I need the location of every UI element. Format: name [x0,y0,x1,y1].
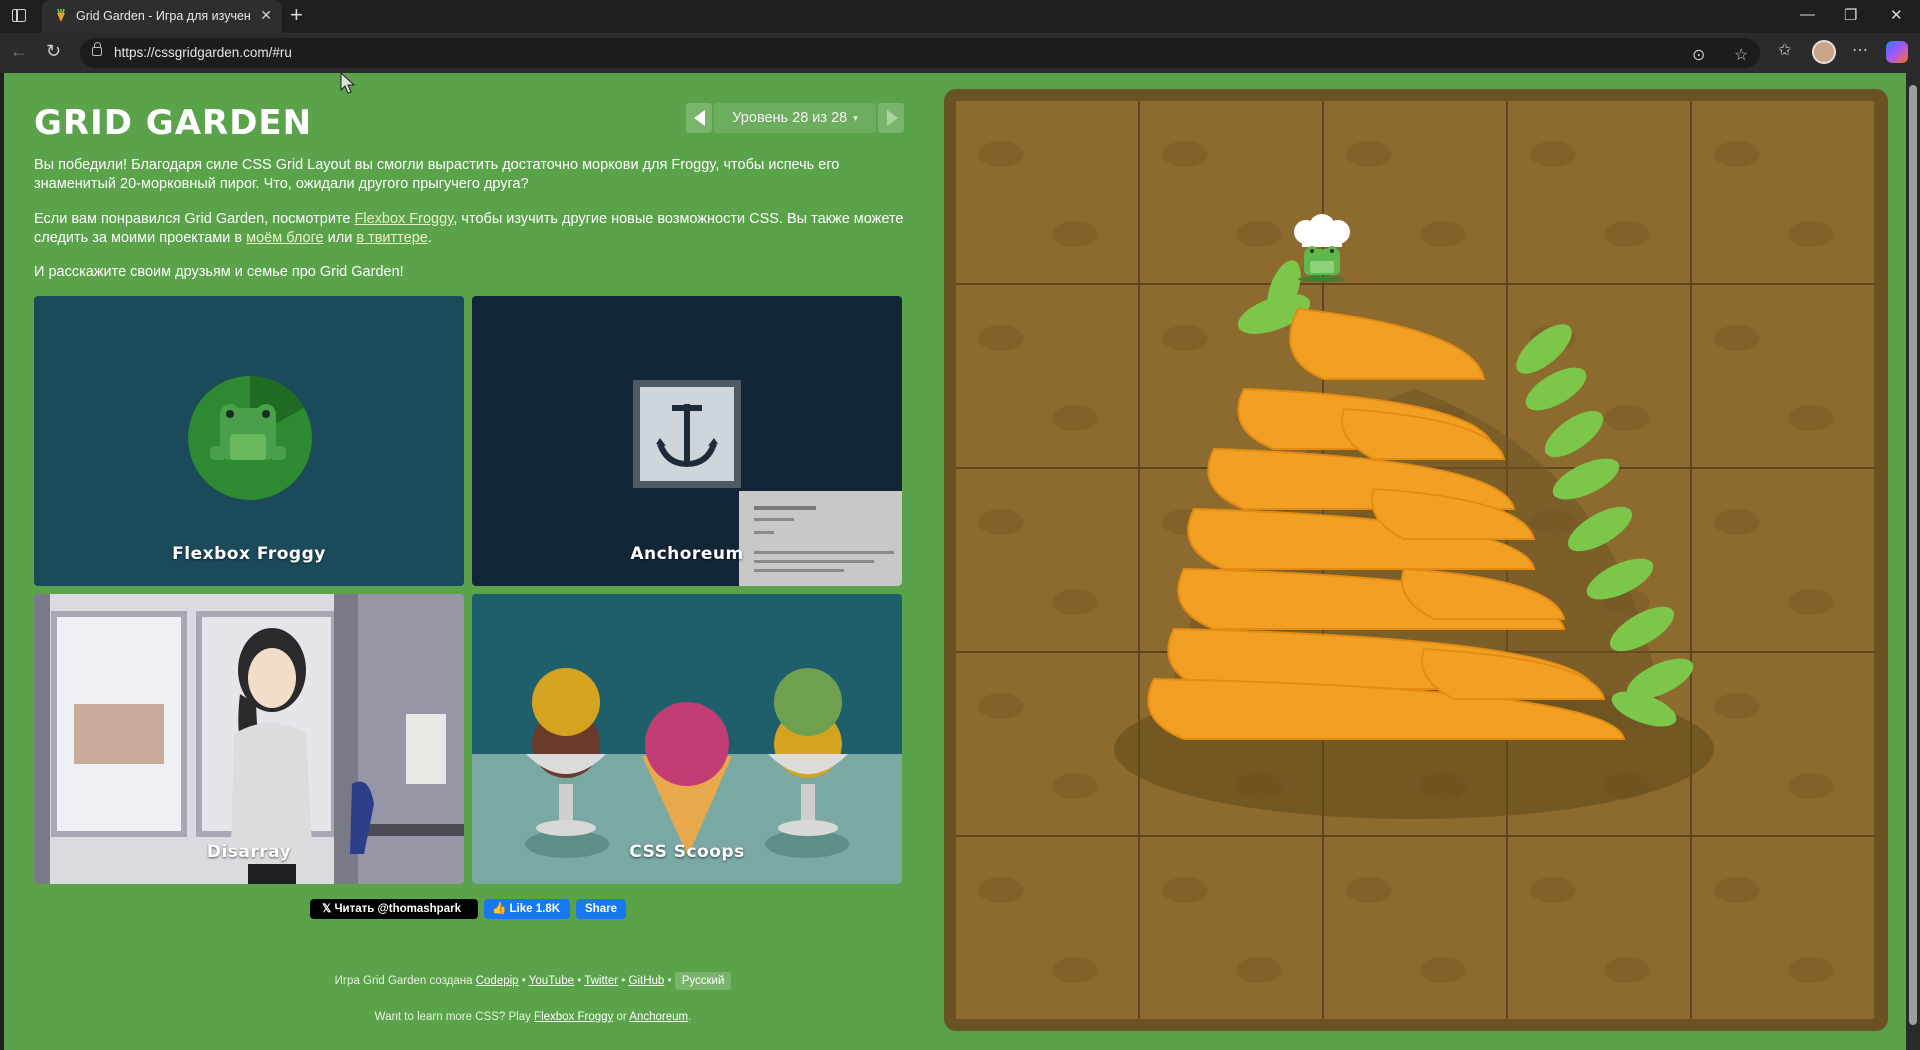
fb-like-button[interactable]: 👍 Like 1.8K [484,899,570,919]
page-scrollbar[interactable] [1906,73,1920,1050]
caret-down-icon: ▾ [853,113,858,124]
carrot-favicon-icon [57,9,65,22]
tile-anchoreum[interactable]: Anchoreum [472,296,902,586]
language-selector[interactable]: Русский [674,972,732,990]
footer-separator: • [574,975,585,987]
youtube-link[interactable]: YouTube [529,975,574,987]
tile-label: Anchoreum [630,544,744,564]
read-aloud-icon[interactable]: ⊙ [1692,45,1705,65]
footer-text: . [688,1011,692,1023]
tile-label: Flexbox Froggy [172,544,326,564]
copilot-icon[interactable] [1886,41,1908,63]
browser-tab[interactable]: Grid Garden - Игра для изучения ✕ [42,0,282,33]
fb-like-label: Like 1.8K [509,903,561,915]
refresh-icon[interactable]: ↻ [46,41,61,62]
tile-css-scoops[interactable]: CSS Scoops [472,594,902,884]
x-follow-button[interactable]: 𝕏 Читать @thomashpark [310,899,478,919]
footer-credits: Игра Grid Garden создана Codepip • YouTu… [4,972,1062,990]
browser-toolbar: ← ↻ https://cssgridgarden.com/#ru ⊙ ☆ ✩ … [0,33,1920,73]
footer-separator: • [664,975,675,987]
url-text[interactable]: https://cssgridgarden.com/#ru [114,45,292,60]
profile-avatar[interactable] [1812,40,1836,64]
carrot-pile-icon [1114,214,1714,819]
x-follow-label: Читать @thomashpark [334,903,461,915]
logo: GRID GARDEN [34,103,313,143]
level-navigator: Уровень 28 из 28 ▾ [686,103,904,133]
x-logo-icon: 𝕏 [322,903,332,915]
restore-button[interactable]: ❐ [1844,6,1857,24]
next-level-button[interactable] [878,103,904,133]
close-window-button[interactable]: ✕ [1890,6,1903,24]
arrow-left-icon [694,110,705,126]
text-fragment: Если вам понравился Grid Garden, посмотр… [34,211,355,227]
footer-flexbox-froggy-link[interactable]: Flexbox Froggy [534,1011,613,1023]
mouse-cursor-icon [340,73,356,94]
tab-close-icon[interactable]: ✕ [260,7,272,24]
flexbox-froggy-link[interactable]: Flexbox Froggy [355,211,454,227]
footer-separator: • [518,975,529,987]
tile-label: CSS Scoops [629,842,745,862]
tab-actions-icon[interactable] [12,9,26,22]
more-menu-icon[interactable]: ⋯ [1852,40,1868,60]
footer-text: or [613,1011,630,1023]
tile-disarray[interactable]: Disarray [34,594,464,884]
twitter-footer-link[interactable]: Twitter [584,975,618,987]
anchor-icon [633,380,902,586]
twitter-link[interactable]: в твиттере [356,230,428,246]
game-page: GRID GARDEN Уровень 28 из 28 ▾ Вы победил… [4,73,1906,1050]
back-icon[interactable]: ← [10,41,28,62]
level-indicator[interactable]: Уровень 28 из 28 ▾ [714,103,876,133]
scrollbar-thumb[interactable] [1909,85,1917,1025]
level-text: Уровень 28 из 28 [732,110,848,126]
girl-illustration [34,594,464,884]
new-tab-button[interactable]: + [290,4,303,26]
browser-title-bar: Grid Garden - Игра для изучения ✕ + — ❐ … [0,0,1920,33]
recommendation-text: Если вам понравился Grid Garden, посмотр… [34,210,909,248]
footer-text: Игра Grid Garden создана [334,975,476,987]
tile-label: Disarray [206,842,292,862]
ice-cream-icon [472,594,902,884]
address-bar[interactable]: https://cssgridgarden.com/#ru ⊙ ☆ [80,38,1760,68]
favorite-star-icon[interactable]: ☆ [1734,45,1748,65]
frog-icon [188,376,312,500]
share-text: И расскажите своим друзьям и семье про G… [34,264,404,280]
blog-link[interactable]: моём блоге [246,230,323,246]
favorites-icon[interactable]: ✩ [1778,40,1791,60]
chef-frog-icon [1294,214,1350,282]
minimize-button[interactable]: — [1800,6,1815,23]
footer-anchoreum-link[interactable]: Anchoreum [629,1011,688,1023]
footer-more-games: Want to learn more CSS? Play Flexbox Fro… [4,1011,1062,1023]
fb-share-button[interactable]: Share [576,899,626,919]
arrow-right-icon [887,110,898,126]
tile-flexbox-froggy[interactable]: Flexbox Froggy [34,296,464,586]
footer-separator: • [618,975,629,987]
footer-text: Want to learn more CSS? Play [374,1011,535,1023]
win-message: Вы победили! Благодаря силе CSS Grid Lay… [34,157,840,192]
garden-board [944,89,1888,1031]
lock-icon[interactable] [92,42,102,56]
prev-level-button[interactable] [686,103,712,133]
text-fragment: или [323,230,357,246]
text-fragment: . [427,230,432,246]
tab-title: Grid Garden - Игра для изучения [76,9,250,23]
codepip-link[interactable]: Codepip [476,975,519,987]
thumbs-up-icon: 👍 [492,903,507,915]
github-link[interactable]: GitHub [629,975,665,987]
